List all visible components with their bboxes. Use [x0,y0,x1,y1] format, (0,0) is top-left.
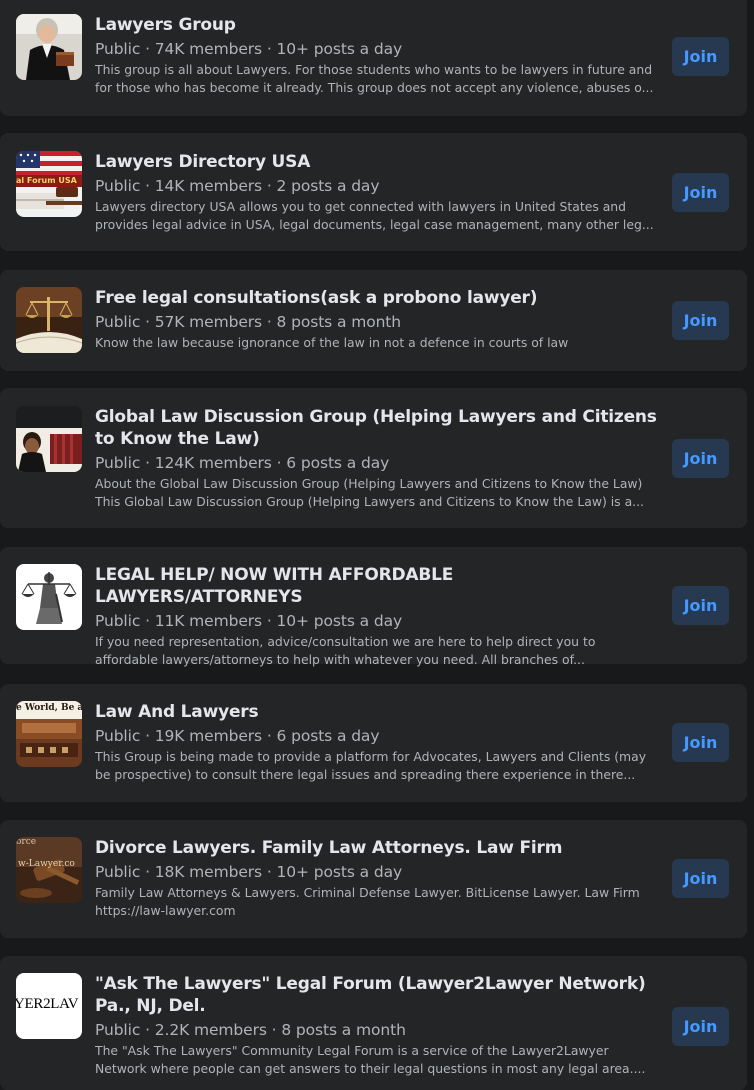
judge-photo-icon [16,14,82,80]
join-button[interactable]: Join [672,173,729,212]
group-card[interactable]: YER2LAV "Ask The Lawyers" Legal Forum (L… [0,956,747,1090]
group-card[interactable]: orce w-Lawyer.co Divorce Lawyers. Family… [0,820,747,938]
group-meta: Public · 14K members · 2 posts a day [95,177,380,195]
group-name[interactable]: Lawyers Directory USA [95,151,660,173]
join-button[interactable]: Join [672,586,729,625]
group-meta: Public · 74K members · 10+ posts a day [95,40,403,58]
join-button[interactable]: Join [672,859,729,898]
thumb-text: e World, Be a [16,703,82,713]
scales-icon [16,287,82,353]
thumb-text-top: orce [16,837,37,847]
group-card[interactable]: e World, Be a Law And Lawyers Public · 1… [0,684,747,802]
group-meta: Public · 11K members · 10+ posts a day [95,612,403,630]
group-description: This Group is being made to provide a pl… [95,749,647,782]
group-meta: Public · 19K members · 6 posts a day [95,727,380,745]
thumb-text: al Forum USA [16,176,77,185]
group-name[interactable]: LEGAL HELP/ NOW WITH AFFORDABLE LAWYERS/… [95,564,660,608]
group-name[interactable]: "Ask The Lawyers" Legal Forum (Lawyer2La… [95,973,660,1017]
group-meta: Public · 2.2K members · 8 posts a month [95,1021,406,1039]
group-name[interactable]: Lawyers Group [95,14,660,36]
group-meta: Public · 57K members · 8 posts a month [95,313,402,331]
group-card[interactable]: al Forum USA Lawyers Directory USA Publi… [0,133,747,251]
group-card[interactable]: Lawyers Group Public · 74K members · 10+… [0,0,747,116]
group-thumbnail[interactable]: orce w-Lawyer.co [16,837,82,903]
group-description: About the Global Law Discussion Group (H… [95,476,644,509]
group-description: The "Ask The Lawyers" Community Legal Fo… [95,1043,646,1076]
join-button[interactable]: Join [672,1007,729,1046]
group-thumbnail[interactable] [16,564,82,630]
group-description: Family Law Attorneys & Lawyers. Criminal… [95,885,640,918]
join-button[interactable]: Join [672,723,729,762]
group-thumbnail[interactable]: e World, Be a [16,701,82,767]
group-card[interactable]: LEGAL HELP/ NOW WITH AFFORDABLE LAWYERS/… [0,547,747,667]
thumb-text: YER2LAV [16,996,79,1012]
group-card[interactable]: Free legal consultations(ask a probono l… [0,270,747,371]
group-name[interactable]: Global Law Discussion Group (Helping Law… [95,406,660,450]
group-thumbnail[interactable]: YER2LAV [16,973,82,1039]
group-name[interactable]: Divorce Lawyers. Family Law Attorneys. L… [95,837,660,859]
group-description: This group is all about Lawyers. For tho… [95,62,654,95]
join-button[interactable]: Join [672,37,729,76]
group-thumbnail[interactable] [16,287,82,353]
group-description: Lawyers directory USA allows you to get … [95,199,654,232]
group-name[interactable]: Free legal consultations(ask a probono l… [95,287,660,309]
group-thumbnail[interactable] [16,406,82,472]
join-button[interactable]: Join [672,439,729,478]
group-description: Know the law because ignorance of the la… [95,335,569,350]
group-thumbnail[interactable]: al Forum USA [16,151,82,217]
join-button[interactable]: Join [672,301,729,340]
thumb-text: w-Lawyer.co [18,859,75,869]
group-meta: Public · 18K members · 10+ posts a day [95,863,403,881]
group-description: If you need representation, advice/consu… [95,634,596,667]
lady-justice-icon [16,564,82,630]
group-card[interactable]: Global Law Discussion Group (Helping Law… [0,388,747,528]
group-thumbnail[interactable] [16,14,82,80]
group-meta: Public · 124K members · 6 posts a day [95,454,390,472]
lawyer-books-icon [16,406,82,472]
group-name[interactable]: Law And Lawyers [95,701,660,723]
